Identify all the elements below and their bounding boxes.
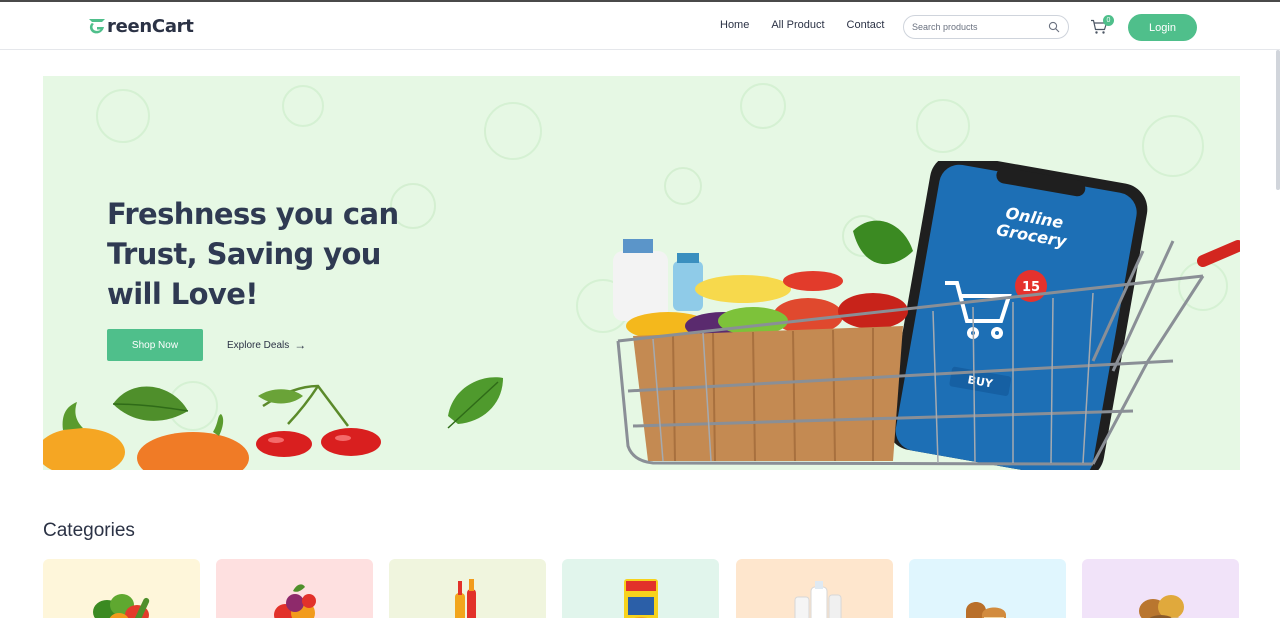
category-card-bakery[interactable] [909,559,1066,618]
bakery-icon [965,602,1006,618]
fruits-icon [273,584,316,618]
grocery-cart-phone-illustration: Online Grocery BUY 15 [613,161,1240,470]
explore-deals-link[interactable]: Explore Deals → [227,338,306,352]
login-button[interactable]: Login [1128,14,1197,41]
page-scrollbar[interactable] [1276,50,1280,190]
category-card-vegetables[interactable] [43,559,200,618]
logo-leaf-icon [89,19,105,34]
instant-food-icon [623,579,658,618]
hero-banner: Freshness you can Trust, Saving you will… [43,76,1240,470]
nav-all-product[interactable]: All Product [771,19,824,31]
search-box [903,15,1069,39]
logo-text: reenCart [107,15,194,37]
logo[interactable]: reenCart [86,15,194,37]
cart-count-badge: 0 [1103,15,1114,26]
drinks-icon [454,579,476,618]
produce-illustration [43,377,503,470]
category-card-drinks[interactable] [389,559,546,618]
grains-icon [1138,595,1184,618]
explore-deals-label: Explore Deals [227,339,290,351]
arrow-right-icon: → [294,338,307,352]
search-icon[interactable] [1048,21,1060,33]
category-card-dairy[interactable] [736,559,893,618]
hero-title: Freshness you can Trust, Saving you will… [107,197,399,311]
phone-badge: 15 [1022,280,1040,295]
nav-contact[interactable]: Contact [847,19,885,31]
categories-title: Categories [43,520,135,541]
category-card-fruits[interactable] [216,559,373,618]
category-card-instant-food[interactable] [562,559,719,618]
navbar: reenCart Home All Product Contact 0 Logi… [0,0,1280,50]
vegetables-icon [92,594,149,618]
nav-home[interactable]: Home [720,19,749,31]
shop-now-button[interactable]: Shop Now [107,329,203,361]
nav-links: Home All Product Contact [720,19,906,31]
category-card-grains[interactable] [1082,559,1239,618]
search-input[interactable] [912,19,1042,35]
dairy-icon [794,581,841,618]
